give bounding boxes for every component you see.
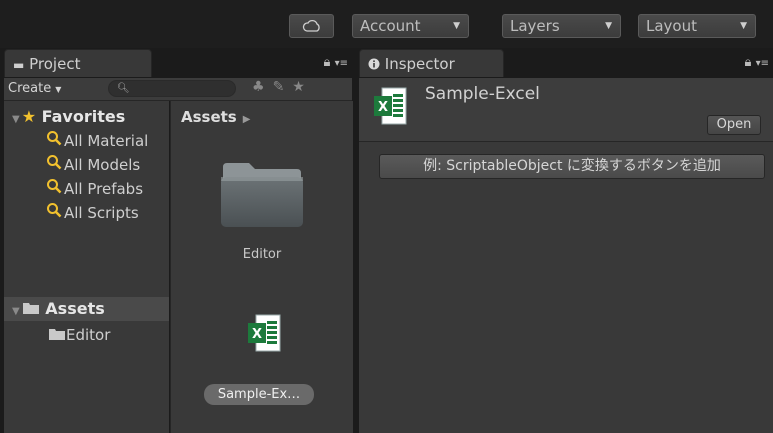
folder-tree: ▼ ★ Favorites All Material All Models All… (4, 101, 169, 433)
asset-folder-editor[interactable] (219, 161, 305, 233)
layers-dropdown[interactable]: Layers ▼ (502, 14, 621, 38)
cloud-button[interactable] (289, 14, 334, 38)
favorite-item[interactable]: All Prefabs (46, 177, 143, 201)
layout-label: Layout (646, 17, 697, 35)
search-icon (46, 201, 64, 225)
layout-dropdown[interactable]: Layout ▼ (638, 14, 756, 38)
panel-menu[interactable]: 🔒︎ ▾≡ (745, 55, 769, 70)
create-label: Create (8, 81, 52, 96)
favorite-star-icon[interactable]: ★ (292, 79, 313, 95)
create-button[interactable]: Create ▼ (8, 80, 61, 99)
folder-icon (49, 329, 65, 340)
search-icon (46, 153, 64, 177)
excel-file-icon: X (373, 86, 407, 130)
expand-arrow-icon[interactable]: ▼ (12, 114, 20, 125)
svg-text:X: X (378, 100, 388, 115)
main-toolbar: Account ▼ Layers ▼ Layout ▼ (0, 0, 773, 48)
svg-text:X: X (252, 327, 262, 342)
inspector-panel: Inspector 🔒︎ ▾≡ X Sample-Excel Open 例: S… (359, 49, 773, 433)
account-label: Account (360, 17, 421, 35)
menu-icon: ▾≡ (755, 58, 769, 69)
folder-icon (22, 303, 39, 314)
project-toolbar: Create ▼ 🔍︎ ♣✎★ (4, 78, 352, 101)
chevron-down-icon: ▼ (453, 21, 460, 31)
chevron-right-icon: ▶ (242, 114, 251, 125)
convert-to-scriptableobject-button[interactable]: 例: ScriptableObject に変換するボタンを追加 (379, 154, 765, 179)
tree-item-editor[interactable]: Editor (48, 323, 110, 347)
search-icon (46, 129, 64, 153)
folder-icon: ▬ (13, 58, 25, 72)
asset-file-sample-excel[interactable]: X (247, 313, 281, 357)
chevron-down-icon: ▼ (55, 85, 62, 94)
breadcrumb-label: Assets (181, 108, 237, 126)
chevron-down-icon: ▼ (605, 21, 612, 31)
tree-item-label: Editor (66, 326, 111, 344)
favorite-item[interactable]: All Models (46, 153, 140, 177)
assets-tree-item[interactable]: ▼ Assets (4, 297, 169, 321)
lock-icon: 🔒︎ (323, 55, 331, 70)
cloud-icon (302, 19, 320, 32)
asset-label-selected: Sample-Ex… (204, 384, 314, 405)
filter-by-label-icon[interactable]: ✎ (273, 79, 293, 95)
tab-inspector[interactable]: Inspector (359, 49, 504, 77)
filter-by-type-icon[interactable]: ♣ (252, 79, 273, 95)
inspector-header: X Sample-Excel Open (359, 78, 773, 142)
favorite-label: All Scripts (64, 204, 139, 222)
panel-menu[interactable]: 🔒︎ ▾≡ (324, 55, 348, 70)
account-dropdown[interactable]: Account ▼ (352, 14, 469, 38)
asset-grid: Assets ▶ Editor X Sample-Ex… (170, 101, 353, 433)
open-button[interactable]: Open (707, 115, 761, 135)
search-input[interactable]: 🔍︎ (108, 80, 236, 97)
inspector-asset-name: Sample-Excel (425, 84, 540, 104)
favorite-label: All Models (64, 156, 141, 174)
asset-label: Editor (242, 247, 282, 262)
favorite-label: All Prefabs (64, 180, 144, 198)
folder-icon (221, 163, 303, 227)
filter-buttons: ♣✎★ (252, 79, 313, 95)
inspector-body: 例: ScriptableObject に変換するボタンを追加 (359, 142, 773, 433)
favorites-label: Favorites (41, 107, 126, 126)
favorite-item[interactable]: All Scripts (46, 201, 139, 225)
info-icon (368, 55, 385, 73)
menu-icon: ▾≡ (334, 58, 348, 69)
breadcrumb[interactable]: Assets ▶ (181, 105, 250, 132)
expand-arrow-icon[interactable]: ▼ (12, 306, 20, 317)
favorite-item[interactable]: All Material (46, 129, 148, 153)
project-panel: ▬ Project 🔒︎ ▾≡ Create ▼ 🔍︎ ♣✎★ ▼ ★ Favori… (4, 49, 353, 433)
assets-label: Assets (45, 299, 105, 318)
favorites-header[interactable]: ▼ ★ Favorites (4, 105, 169, 129)
tab-project-label: Project (29, 55, 81, 73)
excel-file-icon: X (248, 314, 281, 352)
search-icon: 🔍︎ (117, 83, 130, 94)
layers-label: Layers (510, 17, 560, 35)
lock-icon: 🔒︎ (744, 55, 752, 70)
tab-project[interactable]: ▬ Project (4, 49, 152, 77)
search-icon (46, 177, 64, 201)
star-icon: ★ (21, 107, 37, 126)
tab-inspector-label: Inspector (384, 55, 455, 73)
favorite-label: All Material (64, 132, 149, 150)
chevron-down-icon: ▼ (740, 21, 747, 31)
